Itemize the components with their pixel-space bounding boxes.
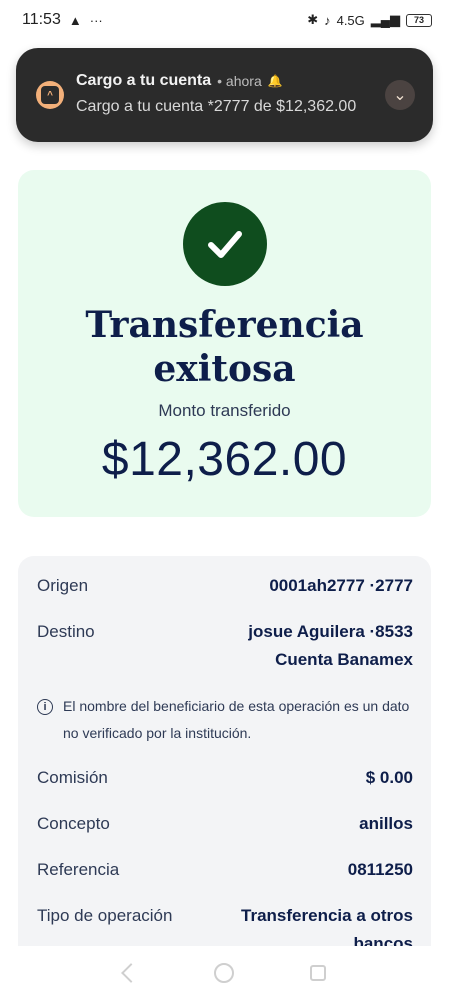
back-icon[interactable] (121, 963, 141, 983)
chevron-down-icon[interactable]: ⌄ (385, 80, 415, 110)
detail-row-origen: Origen 0001ah2777 ·2777 (37, 572, 413, 600)
detail-row-concepto: Concepto anillos (37, 810, 413, 838)
origen-label: Origen (37, 576, 89, 595)
signal-icon: ▂▄▆ (370, 12, 400, 27)
notification-icon: ▲ (68, 12, 82, 28)
destino-name: josue Aguilera ·8533 (248, 622, 413, 641)
beneficiary-info: i El nombre del beneficiario de esta ope… (37, 693, 413, 747)
tipo-value-line1: Transferencia a otros (241, 906, 413, 925)
home-icon[interactable] (214, 963, 234, 983)
success-card: Transferencia exitosa Monto transferido … (18, 170, 431, 517)
mute-icon: ♪ (324, 12, 331, 28)
info-icon: i (37, 699, 53, 715)
comision-value: $ 0.00 (365, 768, 413, 787)
detail-row-referencia: Referencia 0811250 (37, 856, 413, 884)
checkmark-icon (183, 202, 267, 286)
success-title: Transferencia exitosa (85, 304, 364, 390)
battery-icon: 73 (406, 13, 432, 27)
status-bar-right: ✱ ♪ 4.5G ▂▄▆ 73 (307, 12, 432, 28)
status-bar-left: 11:53 ▲ ··· (22, 11, 103, 29)
concepto-value: anillos (359, 814, 413, 833)
status-time: 11:53 (22, 11, 61, 28)
destino-label: Destino (37, 622, 95, 641)
app-notification-icon: ^ (36, 81, 64, 109)
referencia-value: 0811250 (347, 860, 413, 879)
notification-time: • ahora (217, 73, 262, 89)
destino-bank: Cuenta Banamex (275, 650, 413, 669)
concepto-label: Concepto (37, 814, 110, 833)
detail-row-destino: Destino josue Aguilera ·8533 Cuenta Bana… (37, 618, 413, 674)
referencia-label: Referencia (37, 860, 120, 879)
comision-label: Comisión (37, 768, 108, 787)
notification-body: Cargo a tu cuenta *2777 de $12,362.00 (76, 98, 357, 115)
tipo-label: Tipo de operación (37, 906, 173, 925)
detail-row-comision: Comisión $ 0.00 (37, 764, 413, 792)
bluetooth-icon: ✱ (307, 12, 319, 27)
amount-label: Monto transferido (158, 401, 291, 420)
network-label: 4.5G (336, 12, 365, 28)
notification-title: Cargo a tu cuenta (76, 72, 212, 89)
system-nav-bar (0, 946, 450, 1000)
tipo-value: Transferencia a otros bancos (241, 902, 413, 946)
recent-apps-icon[interactable] (310, 965, 326, 981)
destino-value: josue Aguilera ·8533 Cuenta Banamex (248, 618, 413, 674)
detail-row-tipo: Tipo de operación Transferencia a otros … (37, 902, 413, 946)
bell-icon: 🔔 (267, 74, 283, 88)
more-icon: ··· (89, 12, 103, 28)
tipo-value-line2: bancos (353, 934, 413, 946)
status-bar: 11:53 ▲ ··· ✱ ♪ 4.5G ▂▄▆ 73 (0, 0, 450, 40)
notification-header: Cargo a tu cuenta • ahora 🔔 (76, 72, 283, 90)
push-notification[interactable]: ^ Cargo a tu cuenta • ahora 🔔 Cargo a tu… (16, 48, 433, 142)
origen-value: 0001ah2777 ·2777 (269, 576, 413, 595)
amount-value: $12,362.00 (101, 433, 348, 486)
details-card: Origen 0001ah2777 ·2777 Destino josue Ag… (18, 556, 431, 946)
info-text: El nombre del beneficiario de esta opera… (63, 698, 410, 741)
